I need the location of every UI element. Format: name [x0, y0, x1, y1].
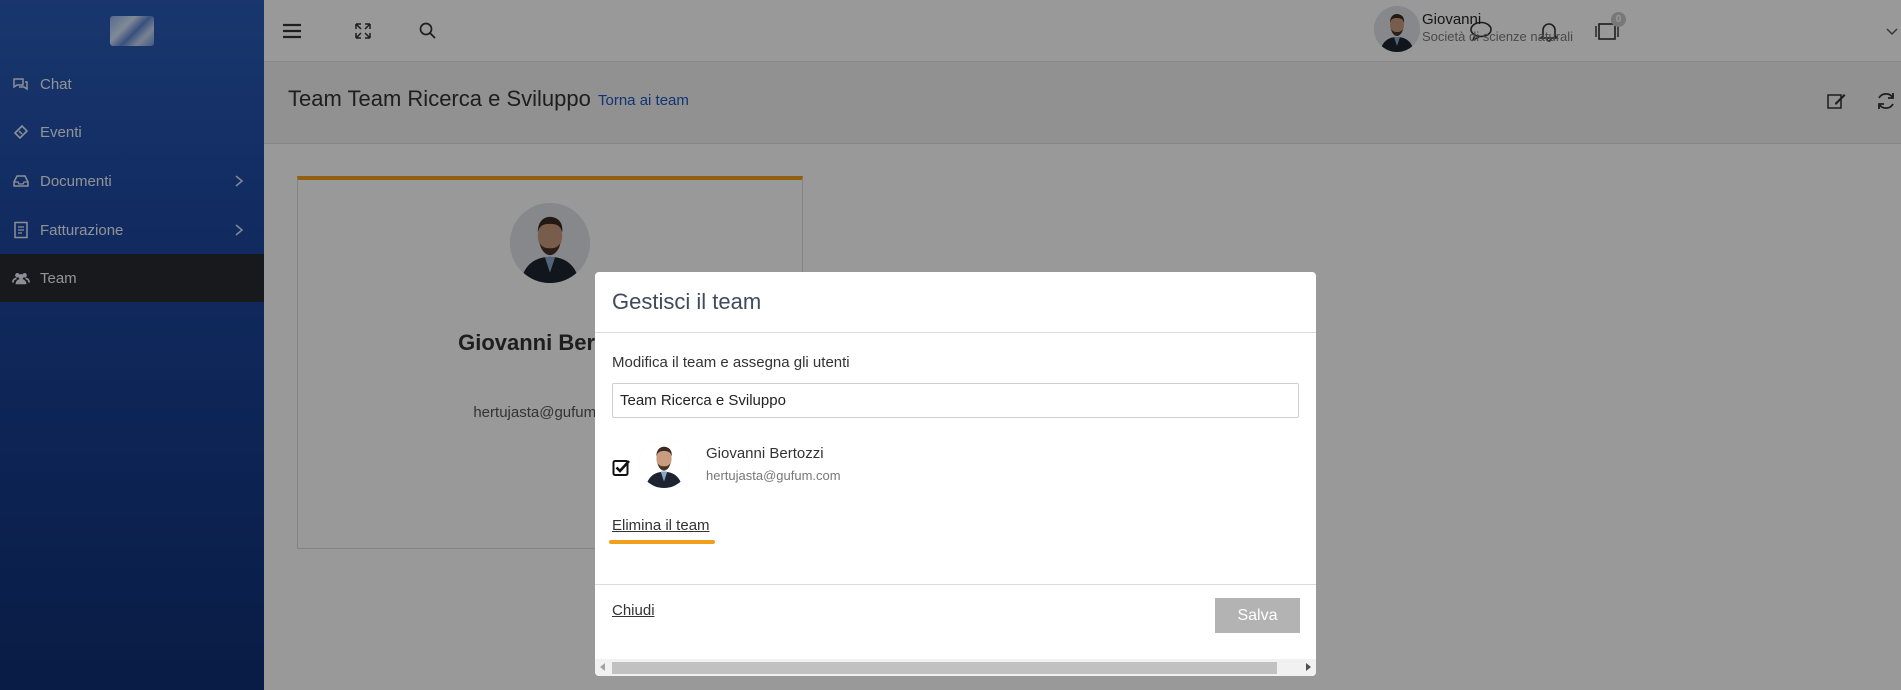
member-avatar [639, 438, 689, 488]
scrollbar-thumb[interactable] [612, 662, 1277, 674]
delete-team-link[interactable]: Elimina il team [612, 517, 710, 534]
modal-header: Gestisci il team [595, 272, 1316, 333]
team-name-input[interactable] [612, 383, 1299, 418]
modal-description: Modifica il team e assegna gli utenti [612, 354, 850, 371]
modal-footer-divider [595, 584, 1316, 585]
modal-title: Gestisci il team [612, 289, 762, 314]
manage-team-modal: Gestisci il team Modifica il team e asse… [595, 272, 1316, 676]
delete-focus-underline [609, 540, 715, 544]
member-email: hertujasta@gufum.com [706, 468, 841, 483]
scroll-left-arrow-icon[interactable] [600, 663, 605, 671]
save-button[interactable]: Salva [1215, 598, 1300, 633]
member-name: Giovanni Bertozzi [706, 445, 824, 462]
close-modal-link[interactable]: Chiudi [612, 602, 655, 619]
member-checkbox[interactable] [612, 458, 632, 478]
horizontal-scrollbar[interactable] [595, 659, 1316, 676]
scroll-right-arrow-icon[interactable] [1306, 663, 1311, 671]
